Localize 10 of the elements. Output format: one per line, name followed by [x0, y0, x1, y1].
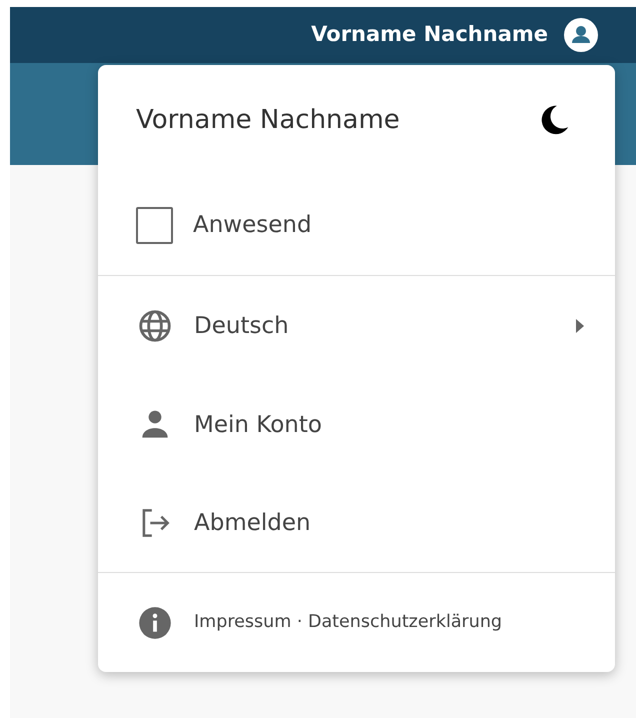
menu-user-name: Vorname Nachname	[136, 104, 400, 136]
footer-link[interactable]: Impressum	[194, 612, 292, 632]
menu-item[interactable]: Abmelden	[98, 474, 615, 572]
menu-item[interactable]: Mein Konto	[98, 376, 615, 474]
footer-links: Impressum · Datenschutzerklärung	[194, 611, 502, 634]
menu-item[interactable]: Deutsch	[98, 276, 615, 376]
checkbox[interactable]	[136, 206, 173, 244]
footer-link[interactable]: Datenschutzerklärung	[308, 612, 502, 632]
checkbox-row[interactable]: Anwesend	[98, 175, 615, 275]
avatar-icon[interactable]	[564, 18, 598, 52]
